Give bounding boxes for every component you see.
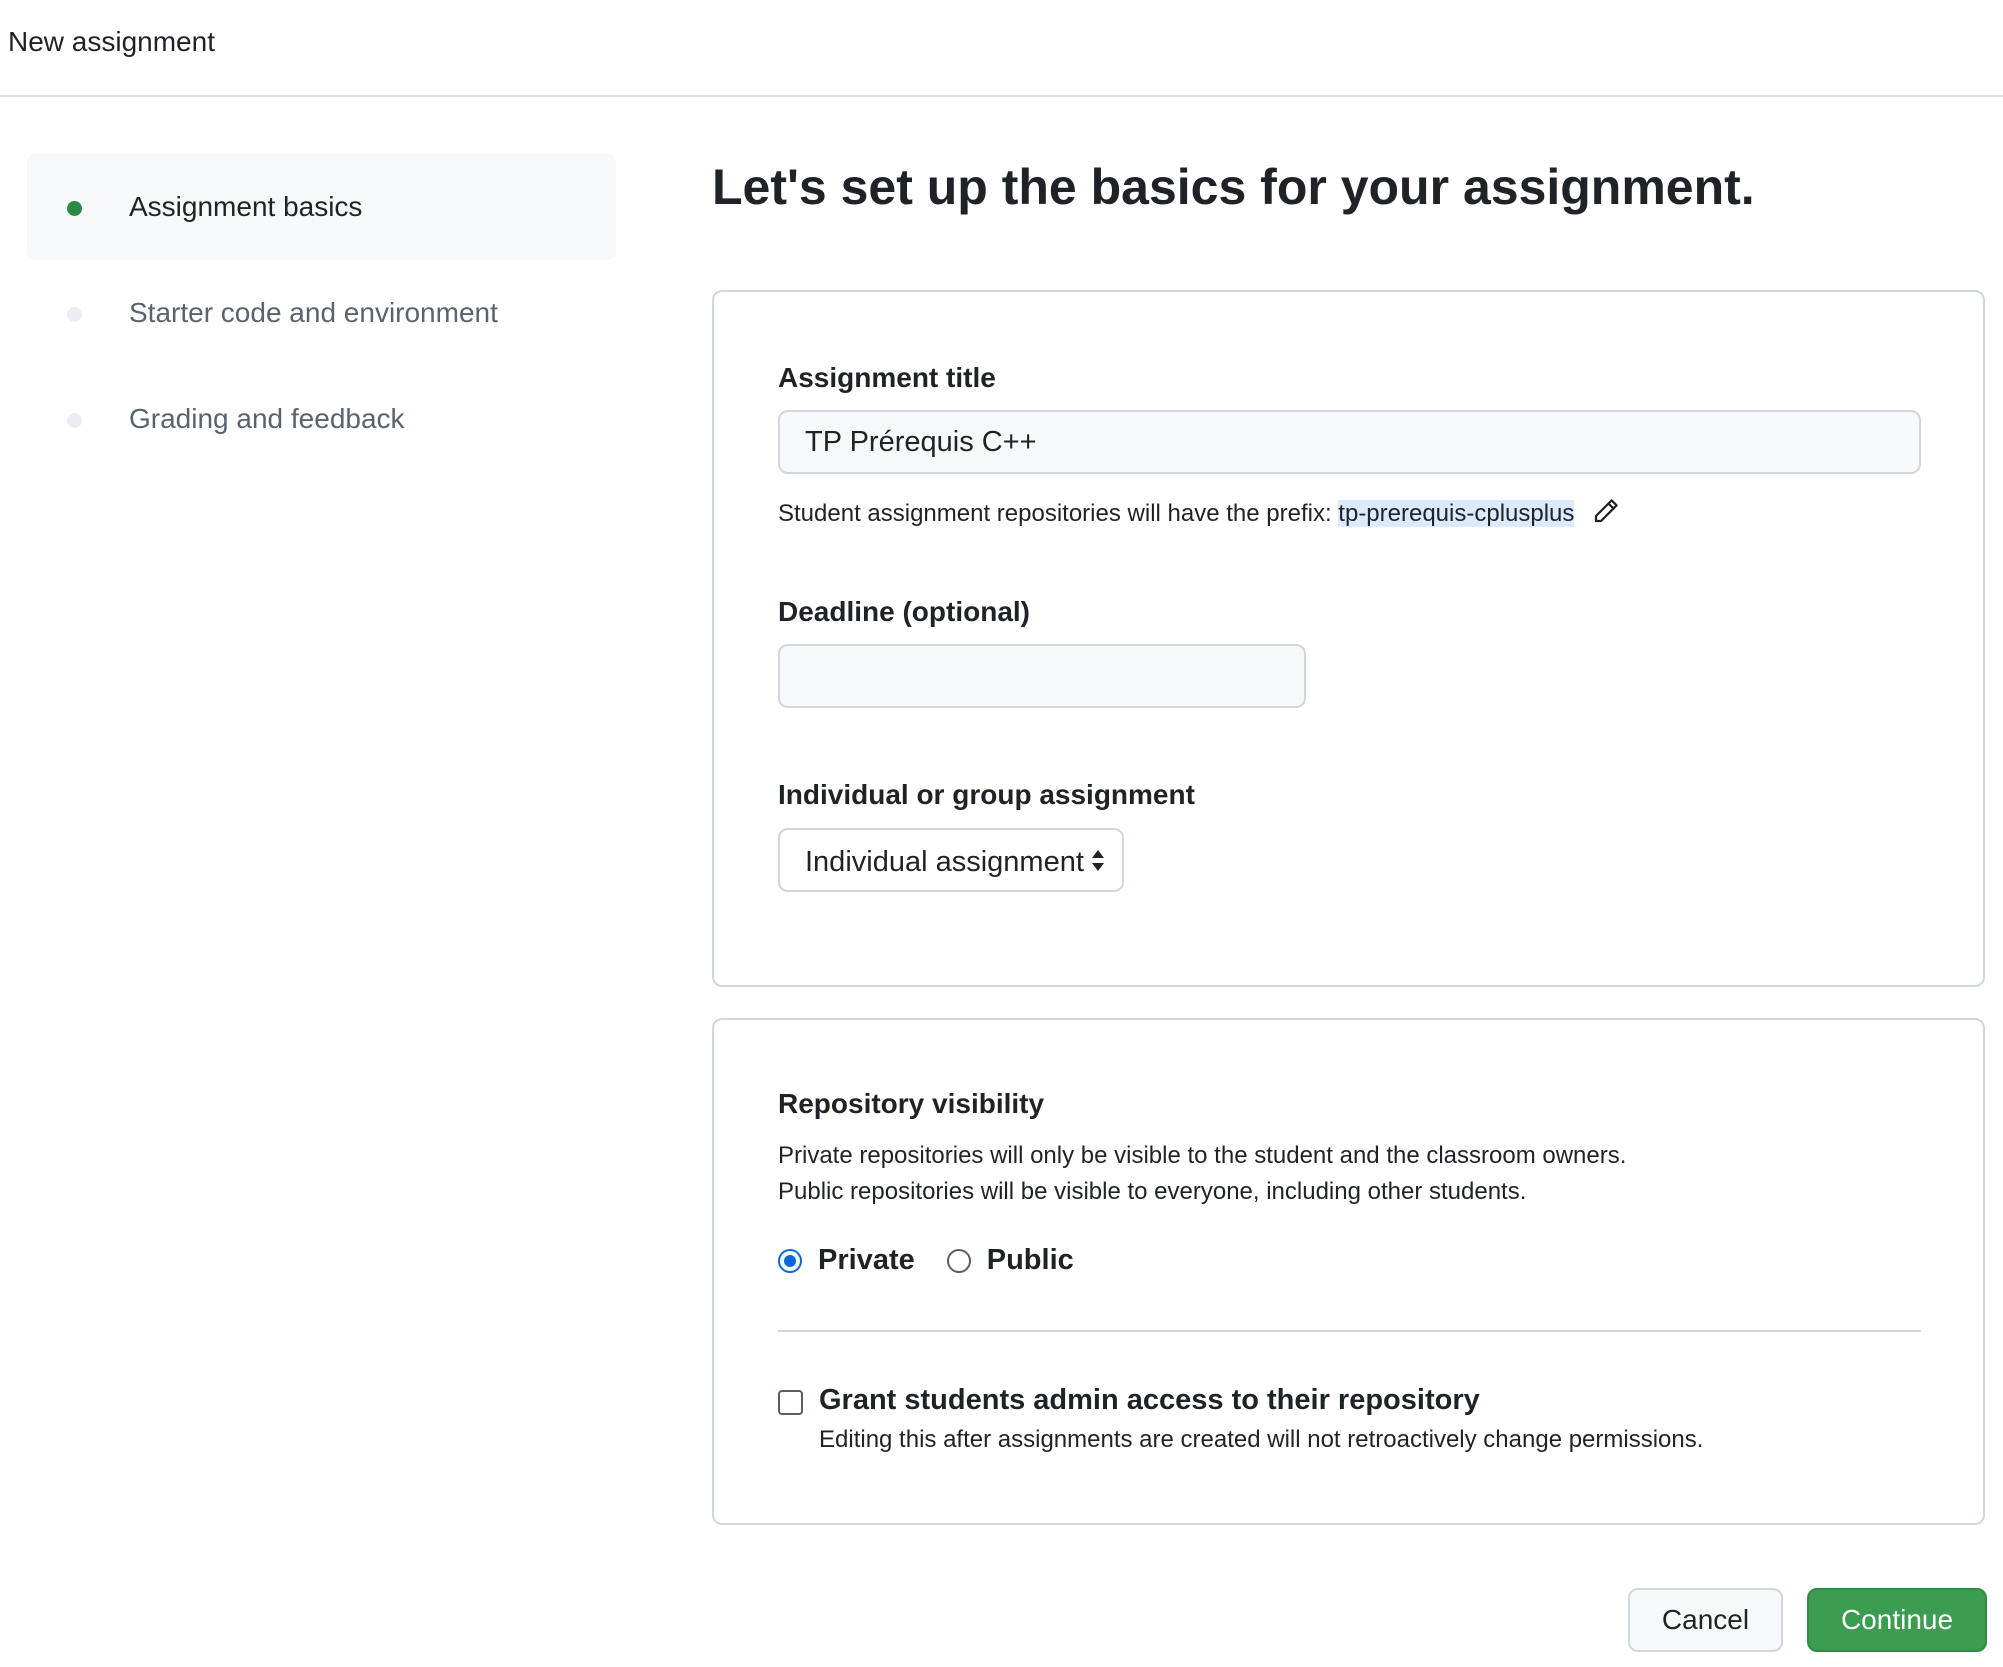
step-inactive-dot-icon <box>67 413 82 428</box>
step-navigation: Assignment basics Starter code and envir… <box>27 154 616 472</box>
assignment-type-label: Individual or group assignment <box>778 779 1195 810</box>
step-inactive-dot-icon <box>67 307 82 322</box>
main-heading: Let's set up the basics for your assignm… <box>712 159 1755 215</box>
public-radio-label[interactable]: Public <box>987 1244 1074 1277</box>
pencil-icon[interactable] <box>1591 496 1621 533</box>
assignment-type-value: Individual assignment <box>805 846 1084 878</box>
visibility-description-2: Public repositories will be visible to e… <box>778 1178 1527 1205</box>
step-grading-feedback[interactable]: Grading and feedback <box>27 366 616 472</box>
visibility-options: Private Public <box>778 1244 1106 1277</box>
admin-access-checkbox[interactable] <box>778 1390 803 1415</box>
visibility-label: Repository visibility <box>778 1088 1045 1119</box>
private-radio[interactable] <box>778 1248 802 1273</box>
select-arrows-icon <box>1090 848 1106 879</box>
page-title: New assignment <box>8 26 215 57</box>
prefix-hint-text: Student assignment repositories will hav… <box>778 499 1339 527</box>
visibility-description-1: Private repositories will only be visibl… <box>778 1142 1627 1169</box>
prefix-hint: Student assignment repositories will hav… <box>778 496 1621 533</box>
public-radio[interactable] <box>946 1248 971 1273</box>
cancel-button[interactable]: Cancel <box>1628 1588 1783 1652</box>
visibility-card: Repository visibility Private repositori… <box>712 1018 1985 1525</box>
basics-card: Assignment title Student assignment repo… <box>712 290 1985 987</box>
step-active-dot-icon <box>67 201 82 216</box>
admin-access-label[interactable]: Grant students admin access to their rep… <box>819 1384 1480 1417</box>
step-assignment-basics[interactable]: Assignment basics <box>27 154 616 260</box>
top-bar: New assignment <box>0 0 2003 97</box>
step-label: Assignment basics <box>129 191 363 222</box>
divider <box>778 1330 1921 1332</box>
step-label: Grading and feedback <box>129 403 405 434</box>
assignment-title-label: Assignment title <box>778 362 996 393</box>
admin-access-note: Editing this after assignments are creat… <box>819 1426 1704 1453</box>
step-starter-code[interactable]: Starter code and environment <box>27 260 616 366</box>
private-radio-label[interactable]: Private <box>818 1244 915 1277</box>
assignment-title-input[interactable] <box>778 410 1921 474</box>
assignment-type-select[interactable]: Individual assignment <box>778 828 1124 892</box>
step-label: Starter code and environment <box>129 297 498 328</box>
continue-button[interactable]: Continue <box>1807 1588 1987 1652</box>
deadline-label: Deadline (optional) <box>778 596 1030 627</box>
deadline-input[interactable] <box>778 644 1306 708</box>
repo-prefix-value: tp-prerequis-cplusplus <box>1338 499 1575 527</box>
